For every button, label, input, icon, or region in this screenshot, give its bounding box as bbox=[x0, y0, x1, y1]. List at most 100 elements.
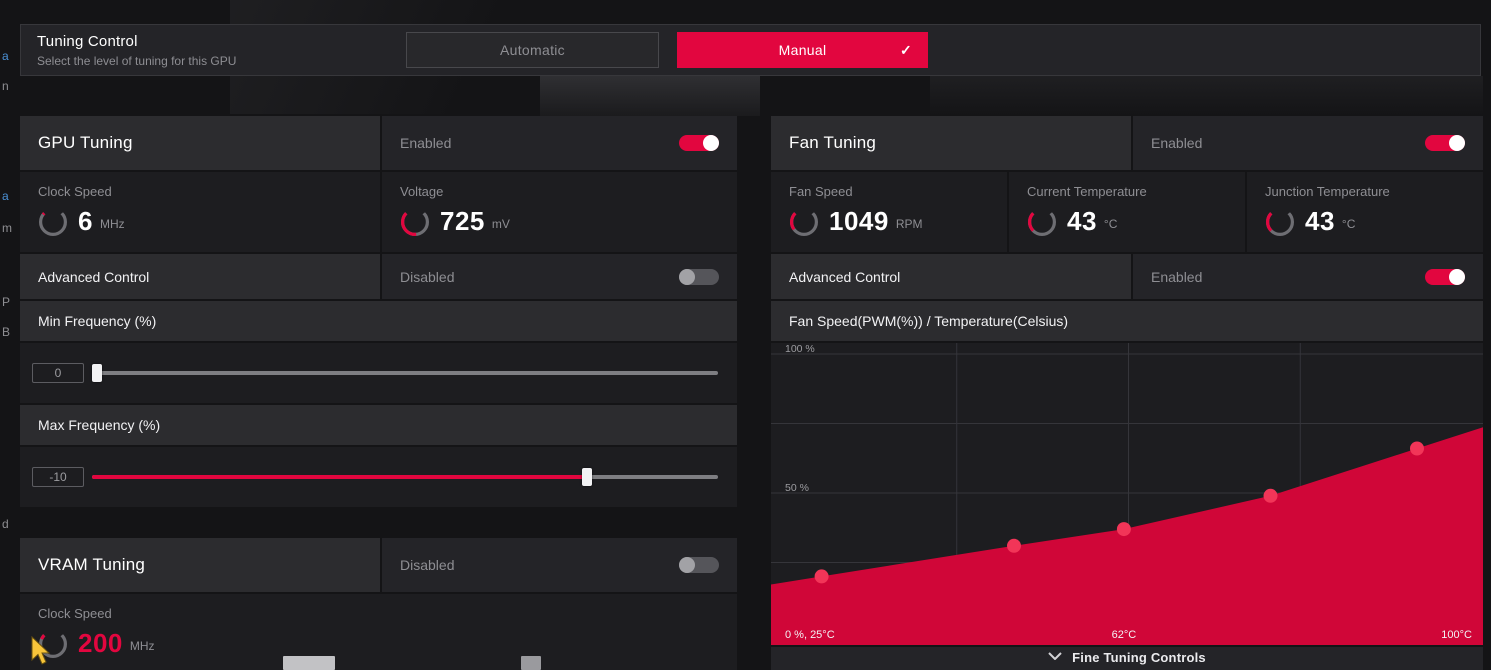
fan-tuning-card: Fan Tuning Enabled Fan Speed 1049 RPM Cu… bbox=[771, 116, 1483, 647]
min-frequency-slider-handle[interactable] bbox=[92, 364, 102, 382]
gpu-advanced-control-label: Advanced Control bbox=[38, 269, 149, 285]
background-glow bbox=[540, 76, 760, 116]
gauge-arc bbox=[789, 207, 819, 237]
background-text-fragment: P bbox=[2, 296, 10, 308]
fine-tuning-controls-label: Fine Tuning Controls bbox=[1072, 650, 1206, 665]
gpu-voltage-stat: Voltage 725 mV bbox=[380, 172, 737, 252]
fan-speed-value: 1049 bbox=[829, 206, 889, 237]
x-tick-label: 100°C bbox=[1441, 629, 1472, 641]
gpu-voltage-label: Voltage bbox=[400, 184, 737, 199]
gpu-clock-speed-stat: Clock Speed 6 MHz bbox=[20, 172, 380, 252]
vram-clock-speed-unit: MHz bbox=[130, 639, 155, 653]
junction-temperature-gauge-icon bbox=[1265, 207, 1295, 237]
gpu-tuning-state-cell: Enabled bbox=[382, 116, 737, 170]
gpu-tuning-header: GPU Tuning bbox=[20, 116, 380, 170]
fan-curve-point-3[interactable] bbox=[1264, 489, 1278, 503]
junction-temperature-label: Junction Temperature bbox=[1265, 184, 1483, 199]
gpu-clock-speed-unit: MHz bbox=[100, 217, 125, 231]
fan-advanced-state-cell: Enabled bbox=[1133, 254, 1483, 299]
current-temperature-value: 43 bbox=[1067, 206, 1097, 237]
fan-tuning-state-label: Enabled bbox=[1151, 135, 1202, 151]
gpu-clock-speed-value: 6 bbox=[78, 206, 93, 237]
vram-tuning-header: VRAM Tuning bbox=[20, 538, 380, 592]
fan-advanced-control-label: Advanced Control bbox=[789, 269, 900, 285]
amd-tuning-screen: anamPBd Tuning Control Select the level … bbox=[0, 0, 1491, 670]
max-frequency-slider-handle[interactable] bbox=[582, 468, 592, 486]
manual-button-label: Manual bbox=[779, 42, 827, 58]
fan-curve-header-row: Fan Speed(PWM(%)) / Temperature(Celsius) bbox=[771, 301, 1483, 341]
fan-curve-header: Fan Speed(PWM(%)) / Temperature(Celsius) bbox=[789, 313, 1068, 329]
fan-curve-chart-panel: 100 % 50 % 0 %, 25°C 62°C 100°C bbox=[771, 343, 1483, 645]
current-temperature-stat: Current Temperature 43 °C bbox=[1007, 172, 1245, 252]
background-edge-strip: anamPBd bbox=[0, 0, 20, 670]
manual-button[interactable]: Manual ✓ bbox=[677, 32, 928, 68]
fan-advanced-state-label: Enabled bbox=[1151, 269, 1202, 285]
background-text-fragment: a bbox=[2, 50, 9, 62]
background-glow bbox=[930, 76, 1483, 116]
background-text-fragment: m bbox=[2, 222, 12, 234]
junction-temperature-unit: °C bbox=[1342, 217, 1355, 231]
automatic-button[interactable]: Automatic bbox=[406, 32, 659, 68]
background-text-fragment: B bbox=[2, 326, 10, 338]
min-frequency-slider-row: 0 bbox=[20, 343, 737, 403]
y-tick-label: 100 % bbox=[785, 343, 815, 355]
fan-tuning-title: Fan Tuning bbox=[789, 133, 876, 153]
gauge-arc bbox=[38, 207, 68, 237]
gauge-arc bbox=[1265, 207, 1295, 237]
max-frequency-value[interactable]: -10 bbox=[32, 467, 84, 487]
vram-tuning-toggle[interactable] bbox=[679, 557, 719, 573]
gpu-voltage-value: 725 bbox=[440, 206, 485, 237]
max-frequency-track[interactable] bbox=[92, 475, 718, 479]
fan-advanced-control-toggle[interactable] bbox=[1425, 269, 1465, 285]
background-window-fragment bbox=[283, 656, 335, 670]
fine-tuning-controls-button[interactable]: Fine Tuning Controls bbox=[771, 647, 1483, 670]
fan-speed-label: Fan Speed bbox=[789, 184, 1007, 199]
fan-advanced-control-header: Advanced Control bbox=[771, 254, 1131, 299]
vram-tuning-title: VRAM Tuning bbox=[38, 555, 145, 575]
vram-tuning-state-label: Disabled bbox=[400, 557, 454, 573]
gauge-arc bbox=[400, 207, 430, 237]
tuning-control-bar: Tuning Control Select the level of tunin… bbox=[20, 24, 1481, 76]
current-temperature-gauge-icon bbox=[1027, 207, 1057, 237]
junction-temperature-stat: Junction Temperature 43 °C bbox=[1245, 172, 1483, 252]
current-temperature-label: Current Temperature bbox=[1027, 184, 1245, 199]
gpu-advanced-state-cell: Disabled bbox=[382, 254, 737, 299]
x-tick-label: 62°C bbox=[1112, 629, 1137, 641]
clock-speed-gauge-icon bbox=[38, 207, 68, 237]
background-text-fragment: n bbox=[2, 80, 9, 92]
fan-speed-gauge-icon bbox=[789, 207, 819, 237]
y-tick-label: 50 % bbox=[785, 482, 809, 494]
fan-curve-chart[interactable]: 100 % 50 % 0 %, 25°C 62°C 100°C bbox=[771, 343, 1483, 645]
max-frequency-fill bbox=[92, 475, 587, 479]
min-frequency-label: Min Frequency (%) bbox=[38, 313, 156, 329]
fan-tuning-toggle[interactable] bbox=[1425, 135, 1465, 151]
min-frequency-track[interactable] bbox=[92, 371, 718, 375]
gauge-arc bbox=[1027, 207, 1057, 237]
gpu-advanced-control-toggle[interactable] bbox=[679, 269, 719, 285]
x-tick-label: 0 %, 25°C bbox=[785, 629, 835, 641]
max-frequency-slider[interactable] bbox=[92, 468, 718, 486]
gpu-advanced-control-header: Advanced Control bbox=[20, 254, 380, 299]
voltage-gauge-icon bbox=[400, 207, 430, 237]
background-text-fragment: d bbox=[2, 518, 9, 530]
fan-curve-point-2[interactable] bbox=[1117, 522, 1131, 536]
tuning-control-text: Tuning Control Select the level of tunin… bbox=[37, 33, 236, 68]
vram-clock-speed-label: Clock Speed bbox=[38, 606, 737, 621]
vram-clock-speed-value: 200 bbox=[78, 628, 123, 659]
fan-tuning-state-cell: Enabled bbox=[1133, 116, 1483, 170]
fan-curve-point-1[interactable] bbox=[1007, 539, 1021, 553]
gpu-tuning-state-label: Enabled bbox=[400, 135, 451, 151]
chevron-down-icon bbox=[1048, 652, 1062, 660]
fan-curve-point-4[interactable] bbox=[1410, 442, 1424, 456]
min-frequency-slider[interactable] bbox=[92, 364, 718, 382]
tuning-control-subtitle: Select the level of tuning for this GPU bbox=[37, 54, 236, 68]
gpu-tuning-title: GPU Tuning bbox=[38, 133, 133, 153]
min-frequency-value[interactable]: 0 bbox=[32, 363, 84, 383]
gpu-tuning-card: GPU Tuning Enabled Clock Speed 6 MHz Vol… bbox=[20, 116, 737, 509]
vram-tuning-state-cell: Disabled bbox=[382, 538, 737, 592]
fan-curve-point-0[interactable] bbox=[815, 569, 829, 583]
fan-curve-area bbox=[771, 427, 1483, 645]
max-frequency-label-row: Max Frequency (%) bbox=[20, 405, 737, 445]
min-frequency-label-row: Min Frequency (%) bbox=[20, 301, 737, 341]
gpu-tuning-toggle[interactable] bbox=[679, 135, 719, 151]
